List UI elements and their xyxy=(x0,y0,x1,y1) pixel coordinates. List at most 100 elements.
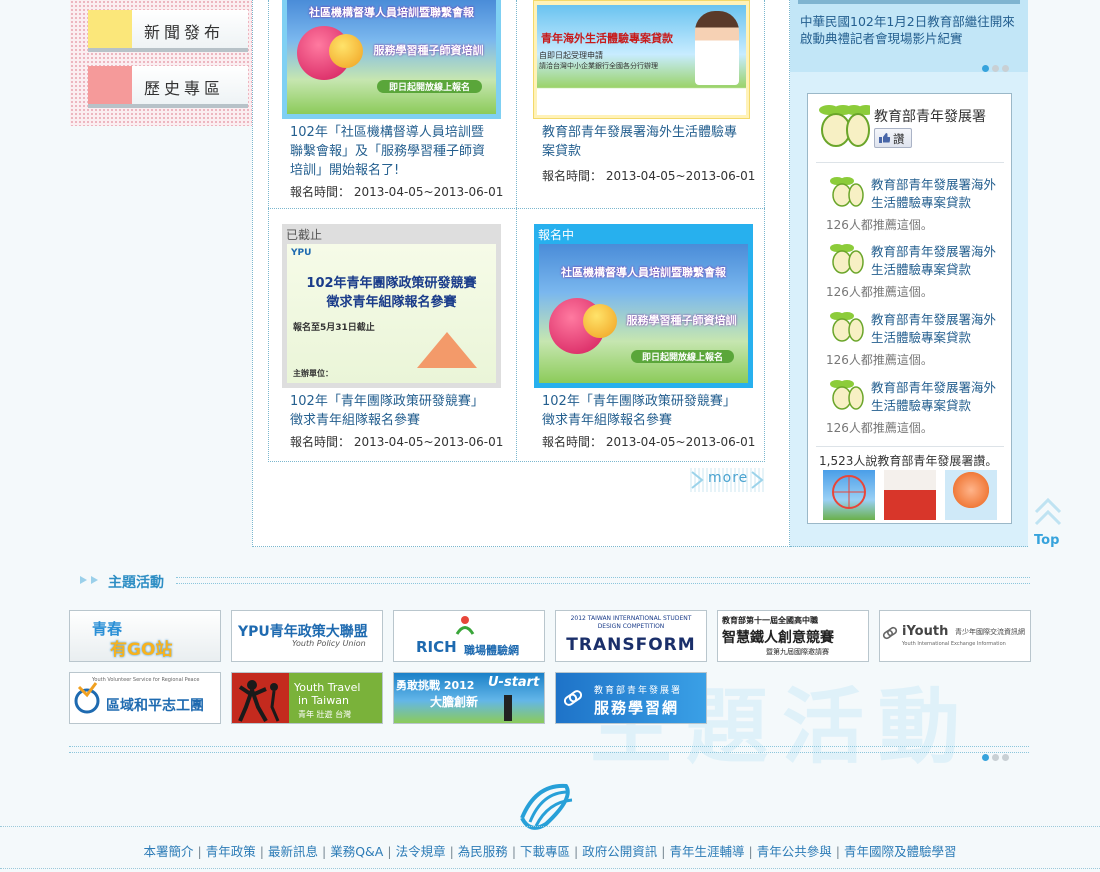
video-thumbnail-edge[interactable] xyxy=(798,0,1020,4)
tile-text: 智慧鐵人創意競賽 xyxy=(722,630,834,646)
activity-link-smart-ironman[interactable]: 教育部第十一屆全國高中職 智慧鐵人創意競賽 暨第九屆國際邀請賽 xyxy=(717,610,869,662)
top-label[interactable]: Top xyxy=(1034,533,1059,548)
fb-fan-avatar[interactable] xyxy=(823,470,875,520)
carousel-dot[interactable] xyxy=(982,754,989,761)
carousel-dot[interactable] xyxy=(992,754,999,761)
fb-post-title-line[interactable]: 教育部青年發展署海外 xyxy=(871,176,1011,194)
person-logo-icon xyxy=(455,616,475,635)
footer-link[interactable]: 青年國際及體驗學習 xyxy=(844,844,957,859)
footer-link[interactable]: 青年公共參與 xyxy=(757,844,832,859)
tile-text: RICH xyxy=(416,638,457,656)
fb-post-title-line[interactable]: 生活體驗專案貸款 xyxy=(871,261,1011,279)
news-title-line[interactable]: 徵求青年組隊報名參賽 xyxy=(542,411,757,430)
news-title-line[interactable]: 徵求青年組隊報名參賽 xyxy=(290,411,505,430)
more-button[interactable]: more xyxy=(690,468,766,492)
footer-link[interactable]: 青年生涯輔導 xyxy=(670,844,745,859)
ypu-logo: YPU xyxy=(291,248,312,258)
activity-link-iyouth[interactable]: iYouth 青少年國際交流資訊網 Youth International Ex… xyxy=(879,610,1031,662)
banner-text: 主辦單位： xyxy=(293,369,333,378)
side-menu: 新聞發布 歷史專區 xyxy=(70,0,252,126)
tile-text: 大膽創新 xyxy=(430,695,479,709)
footer-nav: 本署簡介 | 青年政策 | 最新訊息 | 業務Q&A | 法令規章 | 為民服務 | 下載專區 | 政府公開… xyxy=(0,841,1100,860)
news-title[interactable]: 教育部青年發展署海外生活體驗專 案貸款 xyxy=(542,123,757,161)
sprout-mascot-icon xyxy=(830,177,864,207)
fb-page-name[interactable]: 教育部青年發展署 xyxy=(874,106,986,126)
agency-logo-icon xyxy=(520,783,573,830)
footer-link[interactable]: 政府公開資訊 xyxy=(582,844,657,859)
more-label[interactable]: more xyxy=(708,470,748,486)
activity-link-youth-travel[interactable]: Youth Travel in Taiwan 青年 壯遊 台灣 xyxy=(231,672,383,724)
activity-link-transform[interactable]: 2012 TAIWAN INTERNATIONAL STUDENT DESIGN… xyxy=(555,610,707,662)
balloon-icon xyxy=(583,304,617,338)
tile-text: 有GO站 xyxy=(110,640,173,660)
fb-fan-avatar[interactable] xyxy=(945,470,997,520)
activity-link-youth-go[interactable]: 青春 有GO站 xyxy=(69,610,221,662)
fb-post-title-line[interactable]: 教育部青年發展署海外 xyxy=(871,243,1011,261)
side-menu-item-history[interactable]: 歷史專區 xyxy=(88,66,248,108)
news-title[interactable]: 102年「青年團隊政策研發競賽」 徵求青年組隊報名參賽 xyxy=(290,392,505,430)
news-thumbnail[interactable]: 報名中 社區機構督導人員培訓暨聯繫會報 服務學習種子師資培訓 即日起開放線上報名 xyxy=(534,224,753,388)
fb-post-title[interactable]: 教育部青年發展署海外 生活體驗專案貸款 xyxy=(871,176,1011,212)
footer-link[interactable]: 下載專區 xyxy=(520,844,570,859)
carousel-dot[interactable] xyxy=(992,65,999,72)
news-title-line[interactable]: 教育部青年發展署海外生活體驗專 xyxy=(542,123,757,142)
facebook-like-box: 教育部青年發展署 讚 教育部青年發展署海外 生活體驗專案貸款 126人都推薦這個。… xyxy=(807,93,1012,524)
volunteer-logo-icon xyxy=(74,682,100,714)
news-title-line[interactable]: 聯繫會報」及「服務學習種子師資 xyxy=(290,142,505,161)
fb-fan-avatar[interactable] xyxy=(884,470,936,520)
fb-post-title[interactable]: 教育部青年發展署海外 生活體驗專案貸款 xyxy=(871,379,1011,415)
video-block: 中華民國102年1月2日教育部繼往開來 啟動典禮記者會現場影片紀實 xyxy=(790,0,1028,72)
dancer-silhouette-icon xyxy=(238,680,280,722)
news-title-line[interactable]: 102年「青年團隊政策研發競賽」 xyxy=(290,392,505,411)
news-title-line[interactable]: 案貸款 xyxy=(542,142,757,161)
footer-separator: | xyxy=(449,844,454,859)
fb-post-title-line[interactable]: 生活體驗專案貸款 xyxy=(871,329,1011,347)
news-title-line[interactable]: 102年「青年團隊政策研發競賽」 xyxy=(542,392,757,411)
footer-link[interactable]: 本署簡介 xyxy=(144,844,194,859)
activity-link-ypu[interactable]: YPU青年政策大聯盟 Youth Policy Union xyxy=(231,610,383,662)
news-title-line[interactable]: 培訓」開始報名了! xyxy=(290,161,505,180)
news-thumbnail[interactable]: 已截止 YPU 102年青年團隊政策研發競賽 徵求青年組隊報名參賽 報名至5月3… xyxy=(282,224,501,388)
news-thumbnail[interactable]: 青年海外生活體驗專案貸款 自即日起受理申請 請洽台灣中小企業銀行全國各分行辦理 xyxy=(533,0,750,119)
fb-post-title[interactable]: 教育部青年發展署海外 生活體驗專案貸款 xyxy=(871,243,1011,279)
tile-text: 暨第九屆國際邀請賽 xyxy=(766,648,829,656)
fb-like-button[interactable]: 讚 xyxy=(874,128,912,148)
footer-link[interactable]: 業務Q&A xyxy=(330,844,383,859)
activity-link-rich[interactable]: RICH 職場體驗網 xyxy=(393,610,545,662)
fb-post-title-line[interactable]: 教育部青年發展署海外 xyxy=(871,311,1011,329)
news-date: 報名時間： 2013-04-05~2013-06-01 xyxy=(290,185,504,199)
news-title-line[interactable]: 102年「社區機構督導人員培訓暨 xyxy=(290,123,505,142)
tile-text: 教育部青年發展署 xyxy=(594,686,683,696)
sprout-mascot-icon xyxy=(830,244,864,274)
link-chain-icon xyxy=(882,626,898,640)
footer-link[interactable]: 青年政策 xyxy=(206,844,256,859)
side-menu-item-news-release[interactable]: 新聞發布 xyxy=(88,10,248,52)
video-caption[interactable]: 中華民國102年1月2日教育部繼往開來 啟動典禮記者會現場影片紀實 xyxy=(800,13,1015,47)
fb-post-title-line[interactable]: 生活體驗專案貸款 xyxy=(871,397,1011,415)
footer-link[interactable]: 最新訊息 xyxy=(268,844,318,859)
tile-text: Youth Travel xyxy=(294,681,361,694)
activity-link-service-learning[interactable]: 教育部青年發展署 服務學習網 xyxy=(555,672,707,724)
carousel-dot[interactable] xyxy=(982,65,989,72)
fb-post-title[interactable]: 教育部青年發展署海外 生活體驗專案貸款 xyxy=(871,311,1011,347)
fb-post-title-line[interactable]: 教育部青年發展署海外 xyxy=(871,379,1011,397)
footer-link[interactable]: 法令規章 xyxy=(396,844,446,859)
footer-separator: | xyxy=(511,844,517,859)
back-to-top-button[interactable]: Top xyxy=(1034,496,1062,548)
news-thumbnail[interactable]: 社區機構督導人員培訓暨聯繫會報 服務學習種子師資培訓 即日起開放線上報名 xyxy=(282,0,501,119)
carousel-dot[interactable] xyxy=(1002,65,1009,72)
video-caption-line[interactable]: 中華民國102年1月2日教育部繼往開來 xyxy=(800,13,1015,30)
news-title[interactable]: 102年「社區機構督導人員培訓暨 聯繫會報」及「服務學習種子師資 培訓」開始報名… xyxy=(290,123,505,180)
carousel-dot[interactable] xyxy=(1002,754,1009,761)
activity-link-peace-volunteer[interactable]: Youth Volunteer Service for Regional Pea… xyxy=(69,672,221,724)
video-caption-line[interactable]: 啟動典禮記者會現場影片紀實 xyxy=(800,30,1015,47)
footer-link[interactable]: 為民服務 xyxy=(458,844,508,859)
activity-link-u-start[interactable]: 勇敢挑戰 2012 大膽創新 U-start xyxy=(393,672,545,724)
news-date: 報名時間： 2013-04-05~2013-06-01 xyxy=(542,169,756,183)
carousel-dots xyxy=(982,746,1012,765)
news-title[interactable]: 102年「青年團隊政策研發競賽」 徵求青年組隊報名參賽 xyxy=(542,392,757,430)
footer-rule xyxy=(0,826,1100,827)
chevron-up-icon xyxy=(1034,497,1062,526)
fb-like-label[interactable]: 讚 xyxy=(893,131,905,147)
fb-post-title-line[interactable]: 生活體驗專案貸款 xyxy=(871,194,1011,212)
